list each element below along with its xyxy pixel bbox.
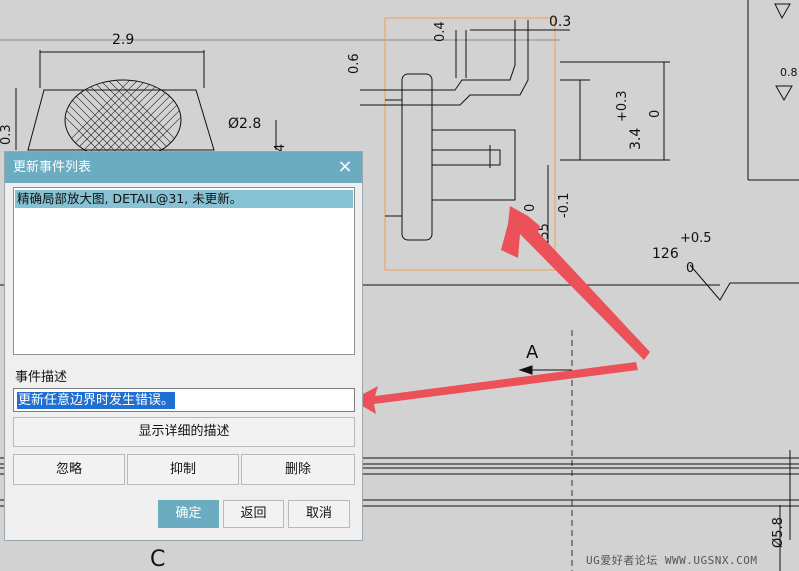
tol-minus-0-1: -0.1 bbox=[557, 193, 572, 218]
dim-0-3-left: 0.3 bbox=[0, 124, 14, 145]
dim-0-4: 0.4 bbox=[433, 21, 448, 42]
list-item[interactable]: 精确局部放大图, DETAIL@31, 未更新。 bbox=[15, 190, 353, 208]
delete-button[interactable]: 删除 bbox=[241, 454, 355, 485]
close-icon[interactable]: × bbox=[334, 152, 356, 183]
update-events-dialog: 更新事件列表 × 精确局部放大图, DETAIL@31, 未更新。 事件描述 更… bbox=[4, 151, 363, 541]
event-description-label: 事件描述 bbox=[15, 370, 68, 385]
tol-zero-a: 0 bbox=[648, 110, 663, 118]
watermark: UG爱好者论坛 WWW.UGSNX.COM bbox=[586, 554, 758, 567]
tol-plus-0-5: +0.5 bbox=[680, 231, 712, 246]
event-description-field[interactable]: 更新任意边界时发生错误。 bbox=[13, 388, 355, 412]
red-arrow-to-detail bbox=[501, 206, 650, 360]
ignore-button[interactable]: 忽略 bbox=[13, 454, 125, 485]
dim-diameter-2-8: Ø2.8 bbox=[228, 116, 261, 132]
event-description-text: 更新任意边界时发生错误。 bbox=[17, 392, 176, 409]
dialog-title: 更新事件列表 bbox=[13, 160, 92, 175]
suppress-button[interactable]: 抑制 bbox=[127, 454, 239, 485]
show-details-button[interactable]: 显示详细的描述 bbox=[13, 417, 355, 447]
cancel-button[interactable]: 取消 bbox=[288, 500, 350, 528]
annotation-arrows bbox=[352, 206, 650, 414]
right-side-panel bbox=[747, 0, 799, 181]
event-list[interactable]: 精确局部放大图, DETAIL@31, 未更新。 bbox=[13, 187, 355, 355]
dim-0-6: 0.6 bbox=[347, 53, 362, 74]
dim-3-4: 3.4 bbox=[628, 128, 644, 150]
tol-plus-0-3: +0.3 bbox=[615, 90, 630, 122]
dim-126: 126 bbox=[652, 246, 679, 262]
dialog-titlebar[interactable]: 更新事件列表 × bbox=[5, 152, 362, 183]
back-button[interactable]: 返回 bbox=[223, 500, 284, 528]
dim-0-8: 0.8 bbox=[780, 66, 798, 79]
ok-button[interactable]: 确定 bbox=[158, 500, 219, 528]
tol-zero-c: 0 bbox=[686, 261, 694, 276]
red-arrow-to-description bbox=[352, 362, 638, 414]
dim-0-3: 0.3 bbox=[549, 14, 571, 30]
dim-2-9: 2.9 bbox=[112, 32, 134, 48]
label-c: C bbox=[150, 547, 165, 571]
tol-zero-b: 0 bbox=[523, 204, 538, 212]
dim-diameter-5-8: Ø5.8 bbox=[771, 517, 786, 548]
section-label-a: A bbox=[526, 342, 539, 363]
